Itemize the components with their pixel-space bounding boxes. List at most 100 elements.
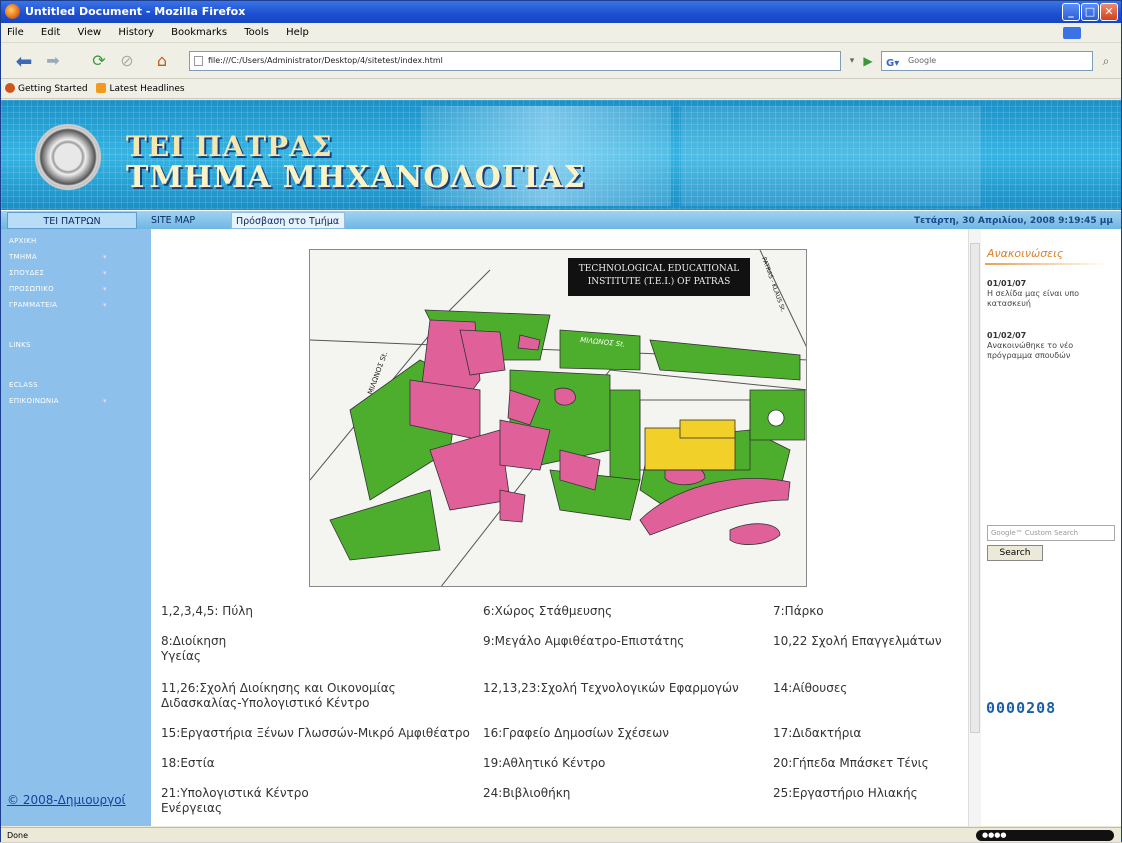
legend-item: 11,26:Σχολή Διοίκησης και Οικονομίας bbox=[161, 681, 396, 695]
legend-item: 15:Εργαστήρια Ξένων Γλωσσών-Μικρό Αμφιθέ… bbox=[161, 726, 470, 740]
left-nav-item-links[interactable]: LINKS bbox=[9, 341, 31, 349]
title-bar: Untitled Document - Mozilla Firefox _ □ … bbox=[1, 1, 1121, 23]
left-nav-item-staff[interactable]: ΠΡΟΣΩΠΙΚΟ ▾ bbox=[9, 285, 107, 293]
site-nav-bar: ΤΕΙ ΠΑΤΡΩΝ SITE MAP Πρόσβαση στο Τμήμα Τ… bbox=[1, 210, 1121, 229]
map-caption-line1: TECHNOLOGICAL EDUCATIONAL bbox=[579, 264, 739, 274]
stop-icon[interactable]: ⊘ bbox=[115, 49, 139, 73]
firefox-icon bbox=[5, 4, 20, 19]
left-nav-label: ΓΡΑΜΜΑΤΕΙΑ bbox=[9, 301, 58, 309]
window-title: Untitled Document - Mozilla Firefox bbox=[25, 5, 246, 18]
menu-help[interactable]: Help bbox=[286, 27, 309, 38]
left-nav-label: ΤΜΗΜΑ bbox=[9, 253, 37, 261]
visitor-counter: 0000208 bbox=[986, 699, 1057, 717]
legend-item: 1,2,3,4,5: Πύλη bbox=[161, 604, 253, 618]
search-placeholder: Google bbox=[908, 56, 937, 65]
left-nav-item-home[interactable]: ΑΡΧΙΚΗ bbox=[9, 237, 37, 245]
left-nav-label: ΠΡΟΣΩΠΙΚΟ bbox=[9, 285, 54, 293]
search-magnifier-icon[interactable]: ⌕ bbox=[1097, 49, 1115, 73]
heading-underline bbox=[985, 263, 1109, 265]
menu-tools[interactable]: Tools bbox=[244, 27, 269, 38]
forward-button[interactable]: ➡ bbox=[41, 49, 65, 73]
left-nav-label: ΑΡΧΙΚΗ bbox=[9, 237, 37, 245]
go-button[interactable]: ▶ bbox=[861, 49, 875, 73]
copyright-link[interactable]: © 2008-Δημιουργοί bbox=[7, 793, 126, 807]
left-nav-label: ECLASS bbox=[9, 381, 38, 389]
status-text: Done bbox=[7, 831, 29, 840]
legend-item: 8:Διοίκηση bbox=[161, 634, 227, 648]
menu-bookmarks[interactable]: Bookmarks bbox=[171, 27, 227, 38]
bookmarks-toolbar: Getting Started Latest Headlines bbox=[1, 79, 1121, 99]
legend-item: 12,13,23:Σχολή Τεχνολογικών Εφαρμογών bbox=[483, 681, 739, 695]
institution-seal-logo bbox=[35, 124, 101, 190]
throbber-icon bbox=[1063, 27, 1081, 39]
left-nav-label: LINKS bbox=[9, 341, 31, 349]
banner-photo-faded bbox=[681, 106, 981, 206]
bookmark-getting-started[interactable]: Getting Started bbox=[5, 79, 88, 99]
legend-item: Υγείας bbox=[161, 649, 201, 663]
address-bar[interactable]: file:///C:/Users/Administrator/Desktop/4… bbox=[189, 51, 841, 71]
announcements-column: Ανακοινώσεις 01/01/07 Η σελίδα μας είναι… bbox=[981, 229, 1121, 826]
back-button[interactable]: ⬅ bbox=[11, 49, 37, 73]
status-addon-icon: ●●●● bbox=[976, 830, 1114, 841]
chevron-down-icon: ▾ bbox=[103, 269, 107, 277]
maximize-button[interactable]: □ bbox=[1081, 3, 1099, 21]
url-text: file:///C:/Users/Administrator/Desktop/4… bbox=[208, 56, 443, 65]
minimize-button[interactable]: _ bbox=[1062, 3, 1080, 21]
announcements-heading: Ανακοινώσεις bbox=[987, 247, 1064, 260]
legend-item: 17:Διδακτήρια bbox=[773, 726, 862, 740]
url-dropdown-icon[interactable]: ▾ bbox=[845, 49, 859, 73]
bookmark-label: Latest Headlines bbox=[109, 84, 185, 94]
page-icon bbox=[194, 56, 203, 66]
left-nav-item-studies[interactable]: ΣΠΟΥΔΕΣ ▾ bbox=[9, 269, 107, 277]
legend-item: Ενέργειας bbox=[161, 801, 222, 815]
menu-history[interactable]: History bbox=[118, 27, 154, 38]
left-nav-item-department[interactable]: ΤΜΗΜΑ ▾ bbox=[9, 253, 107, 261]
campus-map: TECHNOLOGICAL EDUCATIONAL INSTITUTE (T.E… bbox=[309, 249, 807, 587]
legend-item: Διδασκαλίας-Υπολογιστικό Κέντρο bbox=[161, 696, 370, 710]
site-banner: ΤΕΙ ΠΑΤΡΑΣ ΤΜΗΜΑ ΜΗΧΑΝΟΛΟΓΙΑΣ bbox=[1, 100, 1121, 210]
menu-file[interactable]: File bbox=[7, 27, 24, 38]
navigation-toolbar: ⬅ ➡ ⟳ ⊘ ⌂ file:///C:/Users/Administrator… bbox=[1, 43, 1121, 79]
legend-item: 10,22 Σχολή Επαγγελμάτων bbox=[773, 634, 942, 648]
legend-item: 18:Εστία bbox=[161, 756, 215, 770]
rss-icon bbox=[96, 83, 107, 93]
home-icon[interactable]: ⌂ bbox=[149, 49, 175, 73]
legend-item: 19:Αθλητικό Κέντρο bbox=[483, 756, 606, 770]
legend-item: 9:Μεγάλο Αμφιθέατρο-Επιστάτης bbox=[483, 634, 685, 648]
left-sidebar: ΑΡΧΙΚΗ ΤΜΗΜΑ ▾ ΣΠΟΥΔΕΣ ▾ ΠΡΟΣΩΠΙΚΟ ▾ ΓΡΑΜΜΑ… bbox=[1, 229, 151, 826]
map-caption-line2: INSTITUTE (T.E.I.) OF PATRAS bbox=[588, 276, 731, 287]
nav-access-department[interactable]: Πρόσβαση στο Τμήμα bbox=[231, 212, 345, 229]
legend-item: 21:Υπολογιστικά Κέντρο bbox=[161, 786, 309, 800]
google-icon: G▾ bbox=[886, 58, 900, 69]
left-nav-item-secretariat[interactable]: ΓΡΑΜΜΑΤΕΙΑ ▾ bbox=[9, 301, 107, 309]
nav-site-map[interactable]: SITE MAP bbox=[151, 212, 211, 229]
menu-bar: File Edit View History Bookmarks Tools H… bbox=[1, 23, 1121, 43]
search-box[interactable]: G▾ Google bbox=[881, 51, 1093, 71]
nav-tei-patron[interactable]: ΤΕΙ ΠΑΤΡΩΝ bbox=[7, 212, 137, 229]
page-scrollbar[interactable] bbox=[968, 229, 981, 826]
announcement-date: 01/01/07 bbox=[987, 279, 1027, 288]
left-nav-label: ΕΠΙΚΟΙΝΩΝΙΑ bbox=[9, 397, 59, 405]
legend-item: 20:Γήπεδα Μπάσκετ Τένις bbox=[773, 756, 929, 770]
firefox-bookmark-icon bbox=[5, 83, 15, 93]
scrollbar-thumb[interactable] bbox=[970, 243, 980, 733]
legend-item: 14:Αίθουσες bbox=[773, 681, 848, 695]
left-nav-item-contact[interactable]: ΕΠΙΚΟΙΝΩΝΙΑ ▾ bbox=[9, 397, 107, 405]
legend-item: 6:Χώρος Στάθμευσης bbox=[483, 604, 613, 618]
reload-icon[interactable]: ⟳ bbox=[87, 49, 111, 73]
left-nav-label: ΣΠΟΥΔΕΣ bbox=[9, 269, 45, 277]
chevron-down-icon: ▾ bbox=[103, 397, 107, 405]
menu-view[interactable]: View bbox=[77, 27, 101, 38]
close-button[interactable]: ✕ bbox=[1100, 3, 1118, 21]
bookmark-latest-headlines[interactable]: Latest Headlines bbox=[96, 79, 185, 99]
chevron-down-icon: ▾ bbox=[103, 301, 107, 309]
left-nav-item-eclass[interactable]: ECLASS bbox=[9, 381, 38, 389]
bookmark-label: Getting Started bbox=[18, 84, 88, 94]
page-content: ΤΕΙ ΠΑΤΡΑΣ ΤΜΗΜΑ ΜΗΧΑΝΟΛΟΓΙΑΣ ΤΕΙ ΠΑΤΡΩΝ… bbox=[1, 100, 1121, 826]
status-bar: Done ●●●● bbox=[1, 827, 1121, 842]
menu-edit[interactable]: Edit bbox=[41, 27, 60, 38]
search-button[interactable]: Search bbox=[987, 545, 1043, 561]
custom-search-input[interactable]: Google™ Custom Search bbox=[987, 525, 1115, 541]
chevron-down-icon: ▾ bbox=[103, 253, 107, 261]
announcement-date: 01/02/07 bbox=[987, 331, 1027, 340]
